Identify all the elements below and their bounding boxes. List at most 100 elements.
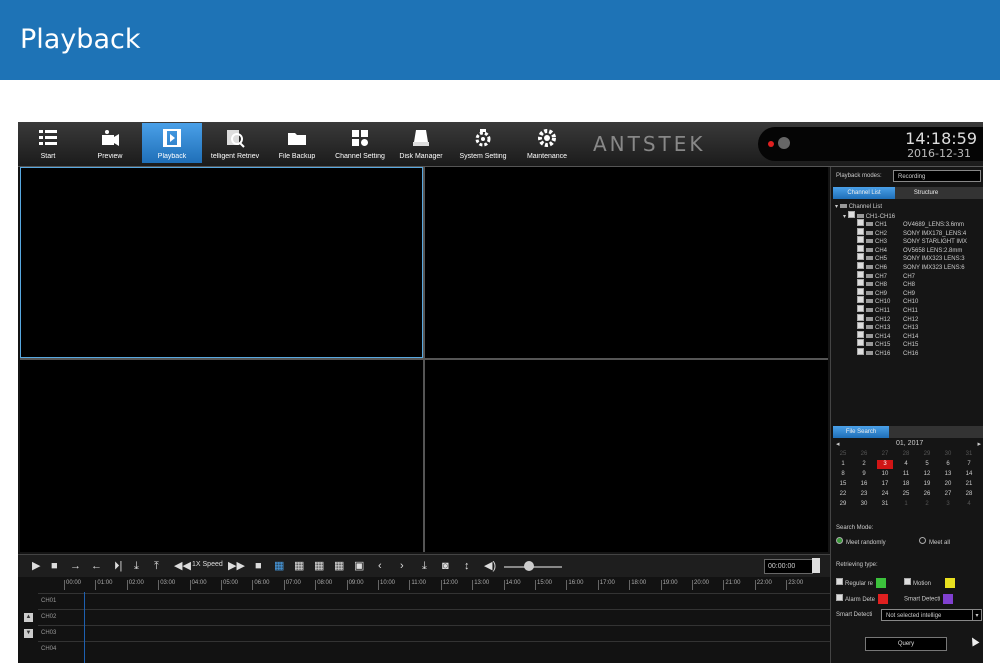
calendar-day[interactable]: 12 xyxy=(919,470,935,479)
calendar-day[interactable]: 28 xyxy=(961,490,977,499)
stop-icon[interactable]: ■ xyxy=(51,559,58,573)
calendar-day[interactable]: 28 xyxy=(898,450,914,459)
toolbar-file-backup-button[interactable]: File Backup xyxy=(270,123,324,163)
layout-9-icon[interactable]: ▦ xyxy=(334,559,344,573)
calendar-day[interactable]: 18 xyxy=(898,480,914,489)
video-window-2[interactable] xyxy=(425,167,828,358)
layout-8-icon[interactable]: ▦ xyxy=(314,559,324,573)
calendar-day[interactable]: 16 xyxy=(856,480,872,489)
calendar-day[interactable]: 2 xyxy=(919,500,935,509)
calendar-day[interactable]: 4 xyxy=(961,500,977,509)
toolbar-channel-setting-button[interactable]: Channel Setting xyxy=(330,123,390,163)
search-mode-all-radio[interactable]: Meet all xyxy=(919,537,950,546)
calendar-day[interactable]: 13 xyxy=(940,470,956,479)
checkbox-icon[interactable] xyxy=(847,211,855,218)
next-icon[interactable]: › xyxy=(400,559,404,573)
volume-slider-handle[interactable] xyxy=(524,561,534,571)
video-window-3[interactable] xyxy=(20,360,423,552)
timeline-scroll-up-icon[interactable]: ▲ xyxy=(24,613,33,622)
calendar-day[interactable]: 24 xyxy=(877,490,893,499)
toolbar-playback-button[interactable]: Playback xyxy=(142,123,202,163)
timeline-scroll-down-icon[interactable]: ▼ xyxy=(24,629,33,638)
layout-4-icon[interactable]: ▦ xyxy=(274,559,284,573)
channel-tree-item[interactable]: CH16 CH16 xyxy=(857,348,918,357)
calendar-day[interactable]: 11 xyxy=(898,470,914,479)
calendar-day[interactable]: 10 xyxy=(877,470,893,479)
zoom-icon[interactable]: ↕ xyxy=(464,559,470,573)
step-frame-icon[interactable]: ⏵| xyxy=(114,559,122,573)
calendar-day[interactable]: 14 xyxy=(961,470,977,479)
timeline-row-ch04[interactable]: CH04 xyxy=(38,641,830,658)
checkbox-icon[interactable] xyxy=(857,244,864,252)
checkbox-icon[interactable] xyxy=(857,322,864,330)
checkbox-icon[interactable] xyxy=(857,348,864,355)
calendar-day[interactable]: 1 xyxy=(835,460,851,469)
playback-mode-select[interactable]: Recording xyxy=(893,170,981,182)
calendar-day[interactable]: 26 xyxy=(919,490,935,499)
checkbox-icon[interactable] xyxy=(857,262,864,269)
calendar-day[interactable]: 25 xyxy=(835,450,851,459)
toolbar-system-setting-button[interactable]: System Setting xyxy=(454,123,512,163)
calendar-day[interactable]: 19 xyxy=(919,480,935,489)
calendar-next-icon[interactable]: ▸ xyxy=(977,440,981,448)
toolbar-disk-manager-button[interactable]: Disk Manager xyxy=(392,123,450,163)
checkbox-icon[interactable] xyxy=(857,330,864,338)
calendar-day[interactable]: 31 xyxy=(877,500,893,509)
back-arrow-icon[interactable]: ← xyxy=(91,559,102,573)
checkbox-icon[interactable] xyxy=(857,270,864,278)
toolbar-intelligent-retrieval-button[interactable]: telligent Retriev xyxy=(206,123,264,163)
type-regular-checkbox[interactable]: Regular re xyxy=(836,578,887,589)
calendar-day[interactable]: 26 xyxy=(856,450,872,459)
previous-icon[interactable]: ‹ xyxy=(378,559,382,573)
calendar-day[interactable]: 21 xyxy=(961,480,977,489)
calendar-day[interactable]: 1 xyxy=(898,500,914,509)
video-window-1[interactable] xyxy=(20,167,423,358)
layout-16-icon[interactable]: ▣ xyxy=(354,559,364,573)
checkbox-icon[interactable] xyxy=(857,313,864,321)
calendar-day[interactable]: 27 xyxy=(940,490,956,499)
toolbar-preview-button[interactable]: Preview xyxy=(82,123,138,163)
checkbox-icon[interactable] xyxy=(857,253,864,261)
calendar-day[interactable]: 8 xyxy=(835,470,851,479)
tab-channel-list[interactable]: Channel List xyxy=(833,187,895,199)
download-icon[interactable]: ⤓ xyxy=(422,559,427,573)
forward-arrow-icon[interactable]: → xyxy=(70,559,81,573)
timeline-cursor[interactable] xyxy=(84,592,85,663)
calendar-day[interactable]: 6 xyxy=(940,460,956,469)
chevron-down-icon[interactable]: ▾ xyxy=(972,609,982,621)
smart-detect-select[interactable]: Not selected intellige xyxy=(881,609,973,621)
calendar-day[interactable]: 27 xyxy=(877,450,893,459)
calendar-day[interactable]: 4 xyxy=(898,460,914,469)
checkbox-icon[interactable] xyxy=(857,287,864,295)
calendar-day[interactable]: 7 xyxy=(961,460,977,469)
calendar-day[interactable]: 22 xyxy=(835,490,851,499)
calendar-day[interactable]: 17 xyxy=(877,480,893,489)
checkbox-icon[interactable] xyxy=(857,227,864,235)
clip-start-icon[interactable]: ⤓ xyxy=(134,559,139,573)
checkbox-icon[interactable] xyxy=(857,339,864,347)
video-window-4[interactable] xyxy=(425,360,828,552)
clip-end-icon[interactable]: ⤒ xyxy=(154,559,159,573)
tab-file-search[interactable]: File Search xyxy=(833,426,889,438)
checkbox-icon[interactable] xyxy=(857,296,864,304)
search-mode-random-radio[interactable]: Meet randomly xyxy=(836,537,886,546)
checkbox-icon[interactable] xyxy=(857,219,864,226)
calendar-day[interactable]: 20 xyxy=(940,480,956,489)
calendar-day[interactable]: 15 xyxy=(835,480,851,489)
layout-6-icon[interactable]: ▦ xyxy=(294,559,304,573)
play-icon[interactable]: ▶ xyxy=(32,559,40,573)
calendar-prev-icon[interactable]: ◂ xyxy=(836,441,840,448)
time-jump-input[interactable]: 00:00:00 xyxy=(764,559,813,574)
toolbar-start-button[interactable]: Start xyxy=(24,123,72,163)
calendar-day[interactable]: 5 xyxy=(919,460,935,469)
timeline-row-ch01[interactable]: CH01 xyxy=(38,593,830,610)
query-button[interactable]: Query xyxy=(865,637,947,651)
speed-up-icon[interactable]: ▶▶ xyxy=(228,559,245,573)
calendar-day[interactable]: 2 xyxy=(856,460,872,469)
calendar-day[interactable]: 9 xyxy=(856,470,872,479)
calendar-day[interactable]: 25 xyxy=(898,490,914,499)
checkbox-icon[interactable] xyxy=(857,305,864,312)
calendar-day[interactable]: 30 xyxy=(940,450,956,459)
checkbox-icon[interactable] xyxy=(857,236,864,244)
tree-root[interactable]: ▾ Channel List xyxy=(835,203,882,210)
